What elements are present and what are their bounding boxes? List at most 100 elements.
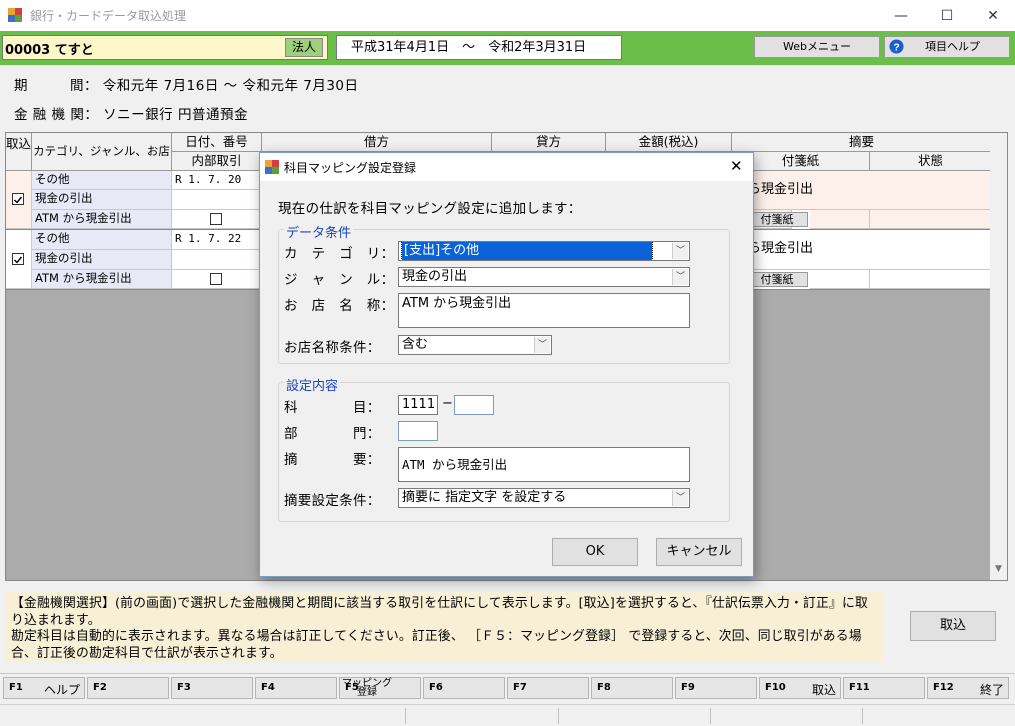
dialog-app-icon <box>265 160 279 174</box>
dialog-close-icon[interactable]: ✕ <box>730 157 743 175</box>
category-cell[interactable]: その他 <box>32 230 172 250</box>
fkey-key: F9 <box>681 682 695 693</box>
fkey-key: F10 <box>765 682 786 693</box>
col-header-internal: 内部取引 <box>172 152 262 171</box>
company-code: 00003 てすと <box>5 43 94 58</box>
sticky-text-cell <box>810 270 870 289</box>
mapping-dialog: 科目マッピング設定登録 ✕ 現在の仕訳を科目マッピング設定に追加します： データ… <box>259 152 754 577</box>
number-cell[interactable] <box>172 190 262 210</box>
chevron-down-icon: ﹀ <box>672 490 688 506</box>
sub-account-input[interactable] <box>454 395 494 415</box>
fkey-key: F12 <box>933 682 954 693</box>
period-row: 期 間： 令和元年 7月16日 ～ 令和元年 7月30日 <box>14 74 359 94</box>
internal-checkbox[interactable] <box>210 213 222 225</box>
bank-row: 金 融 機 関： ソニー銀行 円普通預金 <box>14 103 248 123</box>
fkey-f9-button[interactable]: F9 <box>675 677 757 699</box>
bank-value: ソニー銀行 円普通預金 <box>103 107 248 123</box>
fkey-key: F7 <box>513 682 527 693</box>
category-cell[interactable]: その他 <box>32 171 172 190</box>
number-cell[interactable] <box>172 250 262 270</box>
sticky-text-cell <box>810 210 870 229</box>
fkey-f5-button[interactable]: F5 マッピング 登録 <box>339 677 421 699</box>
col-header-date: 日付、番号 <box>172 133 262 152</box>
shop-cond-value: 含む <box>402 337 429 352</box>
settings-title: 設定内容 <box>284 375 341 394</box>
col-header-category: カテゴリ、ジャンル、お店 <box>32 133 172 171</box>
shop-input[interactable]: ATM から現金引出 <box>398 293 690 328</box>
category-value: [支出]その他 <box>401 242 653 260</box>
web-menu-button[interactable]: Webメニュー <box>754 36 880 58</box>
fkey-f12-button[interactable]: F12 終了 <box>927 677 1009 699</box>
genre-cell[interactable]: 現金の引出 <box>32 250 172 270</box>
fkey-key: F2 <box>93 682 107 693</box>
dialog-message: 現在の仕訳を科目マッピング設定に追加します： <box>278 201 582 217</box>
account-dash: − <box>442 396 453 411</box>
fkey-label: 終了 <box>979 683 1004 697</box>
fkey-f1-button[interactable]: F1 ヘルプ <box>3 677 85 699</box>
shop-cond-select[interactable]: 含む ﹀ <box>398 335 552 355</box>
account-input[interactable]: 1111 <box>398 395 438 415</box>
cancel-button[interactable]: キャンセル <box>656 538 742 566</box>
bank-label: 金 融 機 関： <box>14 107 99 123</box>
function-key-bar: F1 ヘルプ F2 F3 F4 F5 マッピング 登録 F6 F7 F8 F9 F10 取込 F11 F12… <box>0 673 1015 701</box>
check-icon <box>14 256 23 264</box>
date-cell[interactable]: R 1. 7. 20 <box>172 171 262 190</box>
import-checkbox[interactable] <box>12 253 24 265</box>
company-box: 00003 てすと 法人 <box>2 35 328 60</box>
summary-cell[interactable]: から現金引出 <box>732 171 992 210</box>
import-checkbox[interactable] <box>12 193 24 205</box>
fkey-f7-button[interactable]: F7 <box>507 677 589 699</box>
fkey-f6-button[interactable]: F6 <box>423 677 505 699</box>
date-cell[interactable]: R 1. 7. 22 <box>172 230 262 250</box>
internal-checkbox[interactable] <box>210 273 222 285</box>
minimize-button[interactable]: — <box>878 0 924 31</box>
shop-cell[interactable]: ATM から現金引出 <box>32 210 172 229</box>
scroll-down-icon[interactable]: ▼ <box>990 564 1007 578</box>
summary-cond-label: 摘要設定条件： <box>284 493 381 509</box>
maximize-button[interactable]: ☐ <box>924 0 970 31</box>
fkey-f2-button[interactable]: F2 <box>87 677 169 699</box>
fkey-label: 取込 <box>811 683 836 697</box>
status-cell <box>870 210 992 229</box>
shop-cell[interactable]: ATM から現金引出 <box>32 270 172 289</box>
fkey-f10-button[interactable]: F10 取込 <box>759 677 841 699</box>
shop-label: お 店 名 称： <box>284 298 395 314</box>
help-message-text: 【金融機関選択】(前の画面)で選択した金融機関と期間に該当する取引を仕訳にして表… <box>11 596 868 661</box>
item-help-button[interactable]: ? 項目ヘルプ <box>884 36 1010 58</box>
sticky-button[interactable]: 付箋紙 <box>746 272 808 287</box>
genre-select[interactable]: 現金の引出 ﹀ <box>398 267 690 287</box>
status-divider <box>558 708 559 724</box>
account-label: 科 目： <box>284 400 381 416</box>
vertical-scrollbar[interactable]: ▼ <box>990 133 1007 580</box>
fkey-label: マッピング 登録 <box>342 678 392 698</box>
close-icon: ✕ <box>987 7 999 24</box>
summary-cond-value: 摘要に 指定文字 を設定する <box>402 490 567 505</box>
genre-cell[interactable]: 現金の引出 <box>32 190 172 210</box>
category-select[interactable]: [支出]その他 ﹀ <box>398 241 690 261</box>
fiscal-period: 平成31年4月1日 ～ 令和2年3月31日 <box>336 35 622 60</box>
summary-input[interactable]: ATM から現金引出 <box>398 447 690 482</box>
col-header-credit: 貸方 <box>492 133 606 152</box>
dept-label: 部 門： <box>284 426 381 442</box>
fkey-f8-button[interactable]: F8 <box>591 677 673 699</box>
fkey-f3-button[interactable]: F3 <box>171 677 253 699</box>
summary-cond-select[interactable]: 摘要に 指定文字 を設定する ﹀ <box>398 488 690 508</box>
import-button[interactable]: 取込 <box>910 611 996 641</box>
fkey-f4-button[interactable]: F4 <box>255 677 337 699</box>
genre-label: ジ ャ ン ル： <box>284 272 395 288</box>
fkey-f11-button[interactable]: F11 <box>843 677 925 699</box>
ok-button[interactable]: OK <box>552 538 638 566</box>
col-header-import: 取込 <box>6 133 32 171</box>
fkey-key: F11 <box>849 682 870 693</box>
sticky-button[interactable]: 付箋紙 <box>746 212 808 227</box>
status-divider <box>405 708 406 724</box>
col-header-summary: 摘要 <box>732 133 992 152</box>
title-bar: 銀行・カードデータ取込処理 — ☐ ✕ <box>0 0 1015 31</box>
status-bar <box>0 704 1015 726</box>
summary-cell[interactable]: から現金引出 <box>732 230 992 270</box>
header-bar: 00003 てすと 法人 平成31年4月1日 ～ 令和2年3月31日 Webメニ… <box>0 31 1015 65</box>
dept-input[interactable] <box>398 421 438 441</box>
fkey-key: F8 <box>597 682 611 693</box>
status-cell <box>870 270 992 289</box>
close-button[interactable]: ✕ <box>970 0 1015 31</box>
